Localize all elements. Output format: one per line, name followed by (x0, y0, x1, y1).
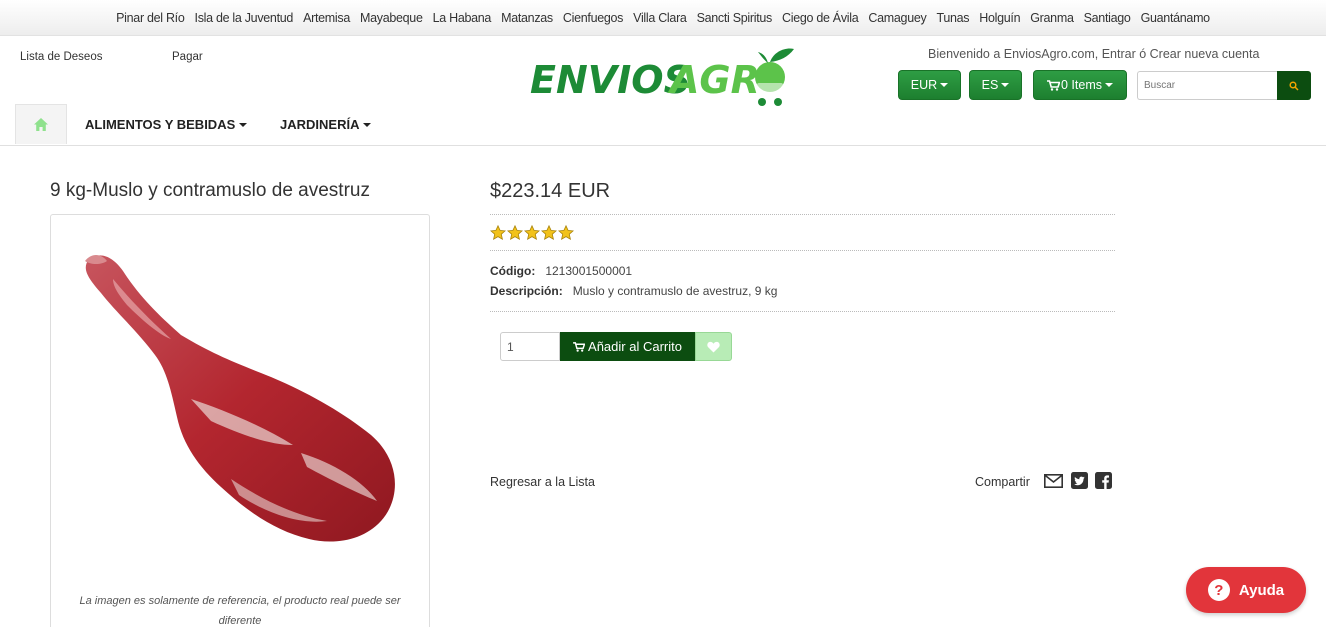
chevron-down-icon (1105, 83, 1113, 87)
product-code-label: Código: (490, 264, 536, 278)
search-button[interactable] (1277, 71, 1311, 100)
product-description-value: Muslo y contramuslo de avestruz, 9 kg (572, 284, 778, 298)
cart-icon (1047, 79, 1060, 91)
back-to-list-link[interactable]: Regresar a la Lista (490, 475, 595, 489)
facebook-share-icon[interactable] (1094, 471, 1113, 490)
search-icon (1289, 80, 1299, 91)
nav-divider (0, 145, 1326, 146)
province-link-santiago[interactable]: Santiago (1084, 11, 1131, 25)
province-link-granma[interactable]: Granma (1030, 11, 1074, 25)
help-button[interactable]: ? Ayuda (1186, 567, 1306, 613)
product-image[interactable] (71, 249, 411, 549)
language-dropdown[interactable]: ES (969, 70, 1022, 100)
add-to-cart-button[interactable]: Añadir al Carrito (560, 332, 695, 361)
nav-menu-label: JARDINERÍA (280, 117, 360, 132)
add-to-cart-label: Añadir al Carrito (588, 339, 682, 354)
province-link-matanzas[interactable]: Matanzas (501, 11, 553, 25)
divider (490, 250, 1115, 251)
search-input[interactable] (1137, 71, 1277, 100)
help-label: Ayuda (1238, 581, 1285, 599)
chevron-down-icon (1001, 83, 1010, 87)
share-label: Compartir (975, 475, 1030, 489)
star-icon (507, 225, 523, 241)
add-to-wishlist-button[interactable] (695, 332, 732, 361)
star-icon (541, 225, 557, 241)
province-bar: Pinar del Río Isla de la Juventud Artemi… (0, 0, 1326, 36)
nav-menu-jardineria[interactable]: JARDINERÍA (280, 117, 372, 132)
divider (490, 311, 1115, 312)
product-code-value: 1213001500001 (545, 264, 633, 278)
product-code-row: Código: 1213001500001 (490, 264, 632, 278)
province-link-cienfuegos[interactable]: Cienfuegos (563, 11, 624, 25)
language-label: ES (981, 78, 999, 92)
province-link-artemisa[interactable]: Artemisa (303, 11, 350, 25)
product-price: $223.14 EUR (490, 180, 611, 202)
email-share-icon[interactable] (1044, 471, 1063, 490)
home-icon (34, 118, 48, 131)
product-image-panel: La imagen es solamente de referencia, el… (50, 214, 430, 627)
province-link-villa-clara[interactable]: Villa Clara (633, 11, 687, 25)
star-icon (490, 225, 506, 241)
divider (490, 214, 1115, 215)
province-link-guantanamo[interactable]: Guantánamo (1141, 11, 1211, 25)
logo-text-dark: ENVIOS (530, 58, 691, 102)
nav-menu-alimentos-y-bebidas[interactable]: ALIMENTOS Y BEBIDAS (85, 117, 248, 132)
wishlist-link[interactable]: Lista de Deseos (20, 51, 102, 63)
province-link-tunas[interactable]: Tunas (936, 11, 969, 25)
province-link-ciego-de-avila[interactable]: Ciego de Ávila (782, 11, 859, 25)
cart-icon (573, 341, 586, 352)
logo-text-light: AGR (667, 58, 760, 102)
product-title: 9 kg-Muslo y contramuslo de avestruz (50, 180, 370, 201)
province-link-sancti-spiritus[interactable]: Sancti Spiritus (697, 11, 773, 25)
province-link-mayabeque[interactable]: Mayabeque (360, 11, 423, 25)
cart-count-label: 0 Items (1061, 78, 1102, 92)
pay-link[interactable]: Pagar (172, 51, 203, 63)
rating-stars (490, 225, 574, 241)
province-link-camaguey[interactable]: Camaguey (868, 11, 926, 25)
twitter-share-icon[interactable] (1070, 471, 1089, 490)
cart-dropdown[interactable]: 0 Items (1033, 70, 1127, 100)
chevron-down-icon (940, 83, 949, 87)
province-link-pinar-del-rio[interactable]: Pinar del Río (116, 11, 185, 25)
province-link-isla-de-la-juventud[interactable]: Isla de la Juventud (195, 11, 294, 25)
province-link-la-habana[interactable]: La Habana (433, 11, 492, 25)
star-icon (558, 225, 574, 241)
product-description-row: Descripción: Muslo y contramuslo de aves… (490, 284, 777, 298)
home-tab[interactable] (15, 104, 67, 144)
chevron-down-icon (239, 122, 248, 127)
province-link-holguin[interactable]: Holguín (979, 11, 1020, 25)
star-icon (524, 225, 540, 241)
question-icon: ? (1207, 579, 1230, 601)
enviosagro-logo[interactable]: ENVIOS AGR (526, 43, 798, 111)
nav-menu-label: ALIMENTOS Y BEBIDAS (85, 117, 236, 132)
currency-dropdown[interactable]: EUR (898, 70, 961, 100)
welcome-message[interactable]: Bienvenido a EnviosAgro.com, Entrar ó Cr… (928, 47, 1259, 61)
currency-label: EUR (910, 78, 938, 92)
product-description-label: Descripción: (490, 284, 563, 298)
chevron-down-icon (363, 122, 372, 127)
heart-icon (707, 341, 720, 352)
image-disclaimer: La imagen es solamente de referencia, el… (79, 595, 401, 627)
quantity-input[interactable] (500, 332, 560, 361)
